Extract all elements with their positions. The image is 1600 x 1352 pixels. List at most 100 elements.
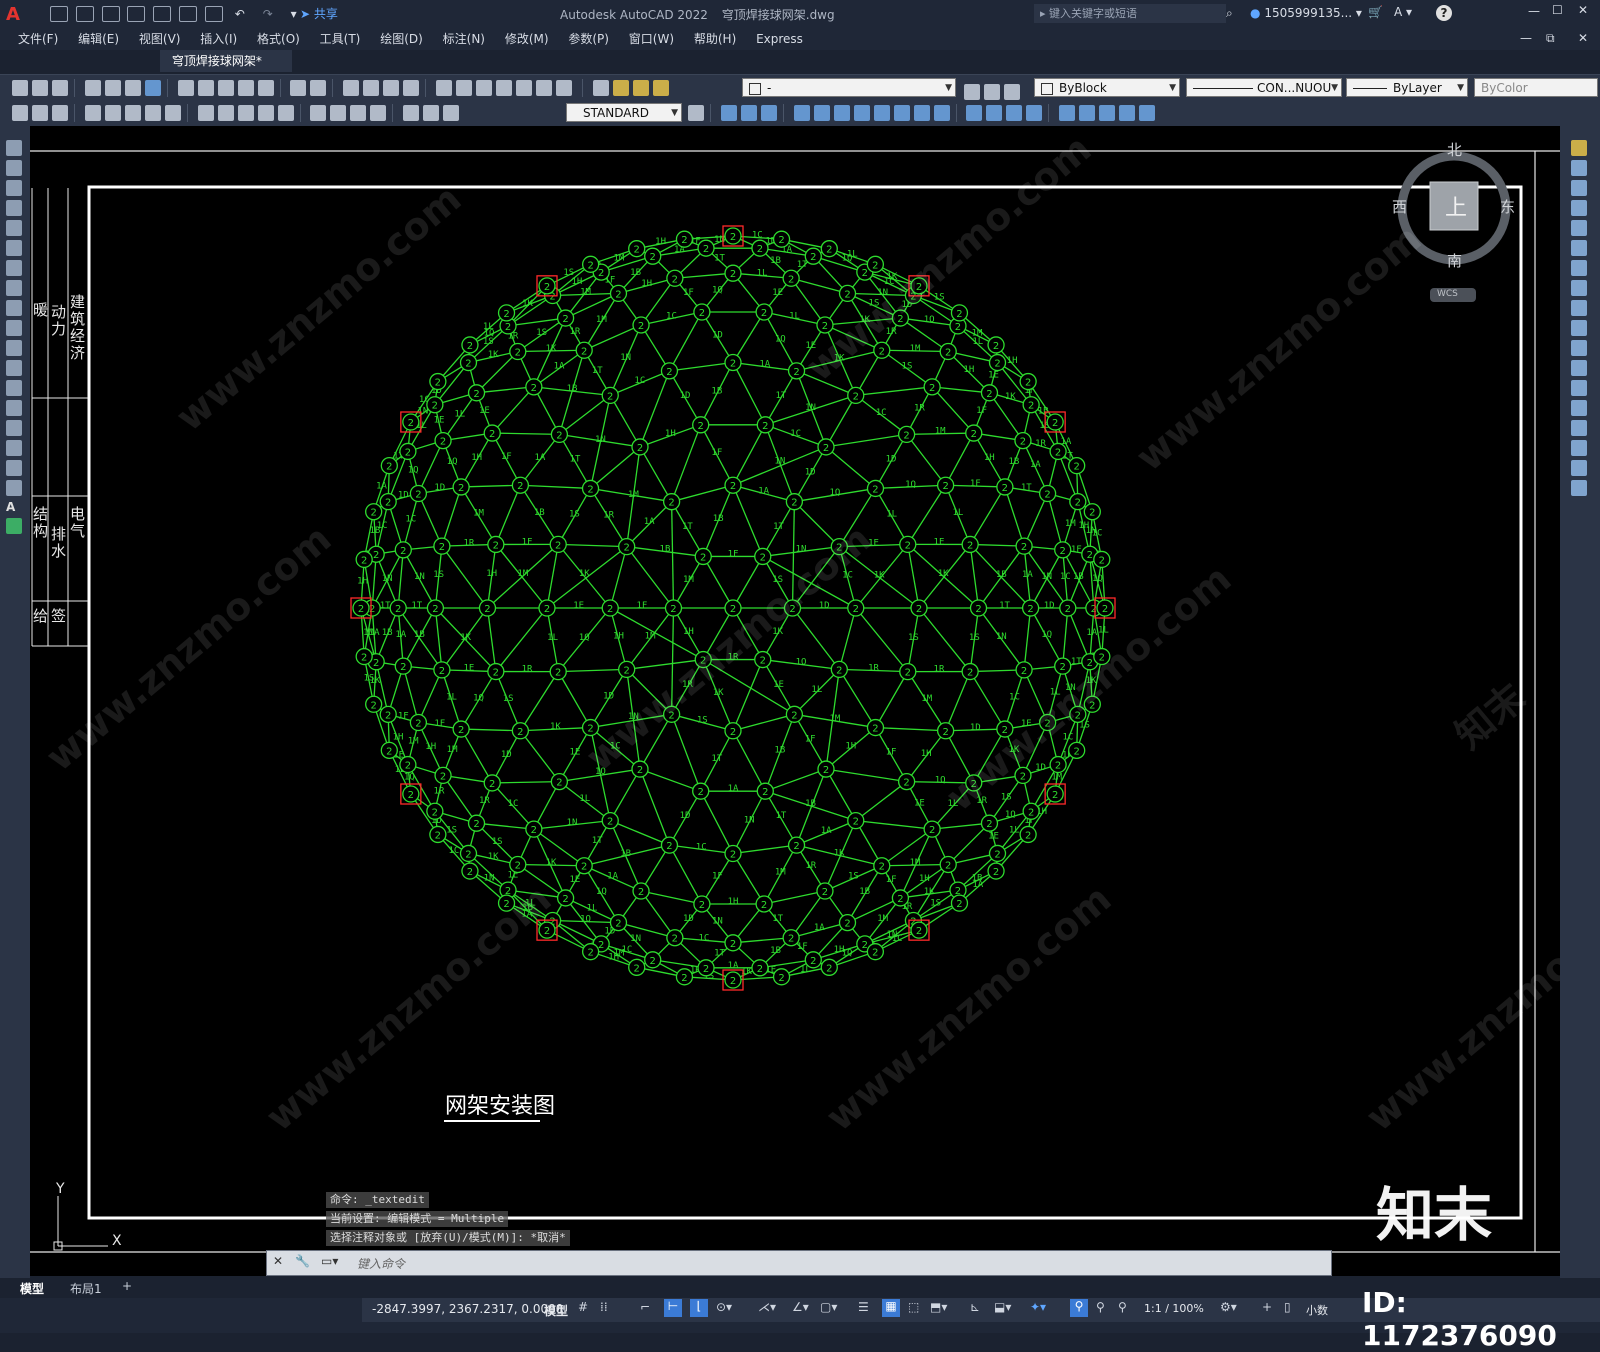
menu-file[interactable]: 文件(F) [18, 28, 58, 50]
save-as-icon[interactable] [127, 6, 145, 22]
dynamic-input-icon[interactable]: ⊢ [664, 1299, 682, 1317]
markup-icon[interactable] [516, 80, 532, 96]
fillet-icon[interactable] [1571, 440, 1587, 456]
annotation-scale-icon[interactable]: ⚲ [1118, 1300, 1127, 1314]
share-button[interactable]: ➤ 共享 [300, 5, 338, 22]
dim-aligned-icon[interactable] [32, 105, 48, 121]
qnew-icon[interactable] [12, 80, 28, 96]
dim-linear-icon[interactable] [12, 105, 28, 121]
sweep-icon[interactable] [834, 105, 850, 121]
slice-icon[interactable] [966, 105, 982, 121]
help-icon[interactable]: ? [1436, 5, 1452, 21]
open-icon[interactable] [32, 80, 48, 96]
customize-icon[interactable]: 🔧 [295, 1254, 310, 1268]
linetype-dropdown[interactable]: CON...NUOU▼ [1186, 78, 1342, 97]
compass-east[interactable]: 东 [1500, 196, 1515, 217]
pan-icon[interactable] [343, 80, 359, 96]
cone-icon[interactable] [761, 105, 777, 121]
search-icon[interactable]: ⌕ [1226, 6, 1233, 21]
dim-update-icon[interactable] [443, 105, 459, 121]
shell-icon[interactable] [1026, 105, 1042, 121]
undo-icon-2[interactable] [290, 80, 306, 96]
layer-previous-icon[interactable] [984, 84, 1000, 100]
dim-ordinate-icon[interactable] [85, 105, 101, 121]
arc-icon[interactable] [6, 240, 22, 256]
add-layout-button[interactable]: + [122, 1279, 132, 1293]
lineweight-icon[interactable]: ☰ [858, 1300, 869, 1314]
presspull-icon[interactable] [874, 105, 890, 121]
lineweight-dropdown[interactable]: ByLayer▼ [1346, 78, 1468, 97]
polar-tracking-icon[interactable]: ⊙▾ [716, 1300, 732, 1314]
autocad-logo-icon[interactable]: A [6, 4, 26, 24]
workspace-gear-icon[interactable]: ⚙▾ [1220, 1300, 1237, 1314]
menu-dimension[interactable]: 标注(N) [443, 28, 485, 50]
tab-model[interactable]: 模型 [20, 1280, 44, 1297]
preview-icon[interactable] [105, 80, 121, 96]
text-style-dropdown[interactable]: STANDARD▼ [566, 103, 682, 122]
zoom-realtime-icon[interactable] [363, 80, 379, 96]
model-space-button[interactable]: 模型 [544, 1302, 568, 1319]
menu-parametric[interactable]: 参数(P) [568, 28, 609, 50]
inspection-icon[interactable] [350, 105, 366, 121]
menu-edit[interactable]: 编辑(E) [78, 28, 119, 50]
mtext-icon[interactable]: A [6, 500, 24, 514]
dim-jogged-icon[interactable] [125, 105, 141, 121]
3d-align-icon[interactable] [1119, 105, 1135, 121]
autodesk-account-icon[interactable]: A ▾ [1394, 5, 1412, 19]
close-command-icon[interactable]: ✕ [273, 1254, 283, 1268]
recent-commands-icon[interactable]: ▭▾ [321, 1254, 338, 1268]
rectangle-icon[interactable] [6, 220, 22, 236]
plotstyle-dropdown[interactable]: ByColor [1474, 78, 1598, 97]
subtract-icon[interactable] [914, 105, 930, 121]
command-input[interactable]: 键入命令 [357, 1255, 405, 1272]
ellipse-arc-icon[interactable] [6, 340, 22, 356]
menu-window[interactable]: 窗口(W) [629, 28, 674, 50]
infer-constraints-icon[interactable]: ⌐ [640, 1300, 650, 1314]
doc-minimize-icon[interactable]: — [1520, 31, 1532, 45]
restore-icon[interactable]: ☐ [1552, 3, 1563, 17]
polyline-icon[interactable] [6, 180, 22, 196]
ellipse-icon[interactable] [6, 320, 22, 336]
zoom-window-icon[interactable] [383, 80, 399, 96]
box-icon[interactable] [721, 105, 737, 121]
dim-baseline-icon[interactable] [218, 105, 234, 121]
dim-break-icon[interactable] [278, 105, 294, 121]
coordinates-readout[interactable]: -2847.3997, 2367.2317, 0.0000 [372, 1302, 563, 1316]
extrude-icon[interactable] [794, 105, 810, 121]
object-snap-tracking-icon[interactable]: ∠▾ [792, 1300, 809, 1314]
auto-scale-icon[interactable]: ⚲ [1096, 1300, 1105, 1314]
menu-express[interactable]: Express [756, 28, 803, 50]
extend-icon[interactable] [1571, 340, 1587, 356]
explode-icon[interactable] [1571, 480, 1587, 496]
menu-tools[interactable]: 工具(T) [320, 28, 361, 50]
make-current-icon[interactable] [964, 84, 980, 100]
light-bulb-icon[interactable] [613, 80, 629, 96]
transparency-icon[interactable]: ▦ [882, 1299, 900, 1317]
dim-continue-icon[interactable] [238, 105, 254, 121]
zoom-previous-icon[interactable] [403, 80, 419, 96]
ortho-icon[interactable]: ⌊ [690, 1299, 708, 1317]
region-icon[interactable] [6, 460, 22, 476]
circle-icon[interactable] [6, 260, 22, 276]
intersect-icon[interactable] [934, 105, 950, 121]
annotation-visibility-icon[interactable]: ⚲ [1070, 1299, 1088, 1317]
viewcube[interactable] [30, 126, 1506, 302]
menu-draw[interactable]: 绘图(D) [380, 28, 423, 50]
hatch-icon[interactable] [6, 420, 22, 436]
doc-restore-icon[interactable]: ⧉ [1546, 31, 1555, 46]
center-mark-icon[interactable] [330, 105, 346, 121]
join-icon[interactable] [1571, 400, 1587, 416]
match-properties-icon[interactable] [238, 80, 254, 96]
dim-style-icon[interactable] [688, 105, 704, 121]
3d-osnap-icon[interactable]: ⬒▾ [930, 1300, 947, 1314]
color-dropdown[interactable]: ByBlock▼ [1034, 78, 1180, 97]
copy-object-icon[interactable] [1571, 160, 1587, 176]
array-icon[interactable] [1571, 220, 1587, 236]
wedge-icon[interactable] [741, 105, 757, 121]
paste-icon[interactable] [218, 80, 234, 96]
sun-icon[interactable] [633, 80, 649, 96]
search-input[interactable]: ▸ 键入关键字或短语 [1034, 4, 1226, 23]
quick-dim-icon[interactable] [198, 105, 214, 121]
tool-palettes-icon[interactable] [476, 80, 492, 96]
dim-radius-icon[interactable] [105, 105, 121, 121]
